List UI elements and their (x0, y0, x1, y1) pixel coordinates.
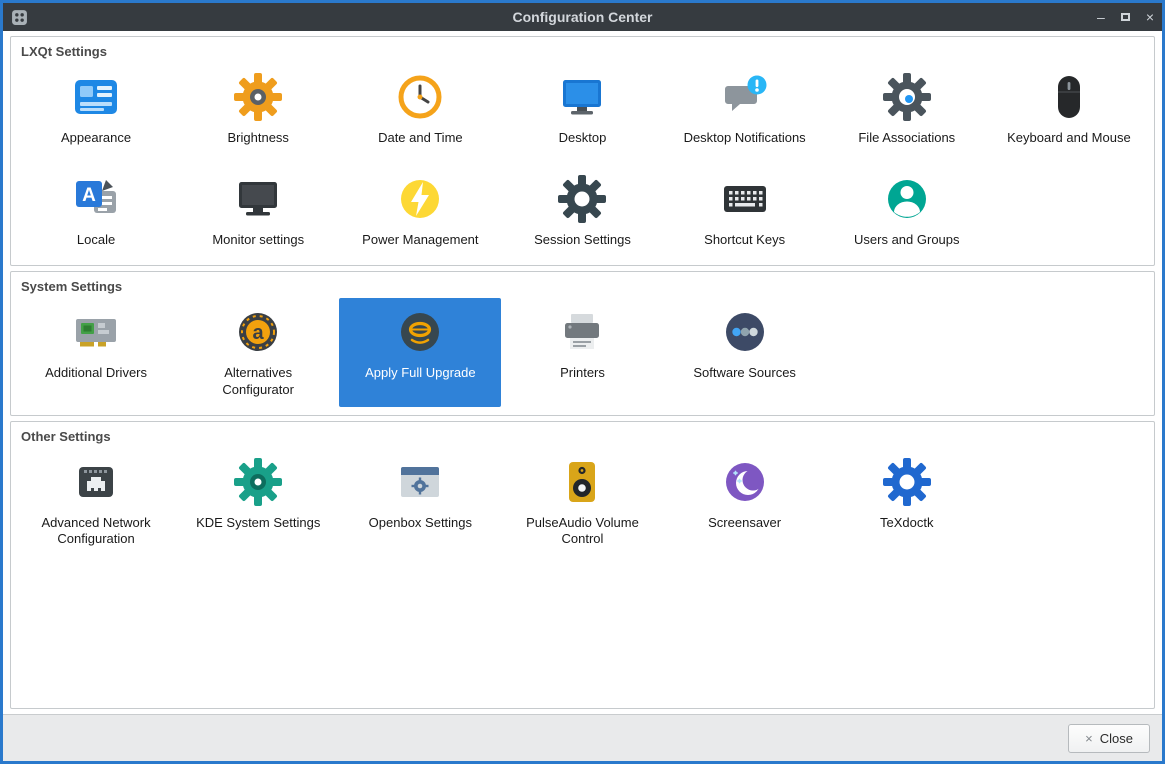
tile-label: Appearance (61, 130, 132, 145)
tile-label: Apply Full Upgrade (365, 364, 476, 380)
tile-texdoctk[interactable]: TeXdoctk (826, 448, 988, 557)
tile-desktop[interactable]: Desktop (501, 63, 663, 155)
tile-screensaver[interactable]: Screensaver (664, 448, 826, 557)
tile-label: Openbox Settings (368, 514, 473, 530)
tile-label: Keyboard and Mouse (1007, 130, 1131, 145)
tile-file-associations[interactable]: File Associations (826, 63, 988, 155)
window-title: Configuration Center (512, 9, 653, 25)
tile-pulseaudio-volume-control[interactable]: PulseAudio Volume Control (501, 448, 663, 557)
other-settings-grid: Advanced Network Configuration KDE Syste… (15, 448, 1150, 557)
tile-brightness[interactable]: Brightness (177, 63, 339, 155)
additional-drivers-icon (72, 308, 120, 356)
close-icon: × (1085, 730, 1093, 746)
power-management-icon (396, 175, 444, 223)
section-title-lxqt: LXQt Settings (21, 44, 107, 59)
tile-label: Monitor settings (212, 231, 305, 247)
locale-icon: A (72, 175, 120, 223)
section-lxqt-settings: LXQt Settings Appearance Brightness Date… (10, 36, 1155, 266)
tile-label: TeXdoctk (880, 514, 934, 530)
tile-label: Session Settings (534, 231, 631, 247)
app-icon (11, 9, 28, 26)
close-button[interactable]: × Close (1068, 723, 1150, 753)
content-area: LXQt Settings Appearance Brightness Date… (3, 31, 1162, 714)
maximize-icon (1120, 13, 1130, 21)
screensaver-icon (721, 458, 769, 506)
tile-alternatives-configurator[interactable]: a Alternatives Configurator (177, 298, 339, 407)
tile-label: Software Sources (693, 364, 796, 380)
file-associations-icon (882, 73, 931, 121)
advanced-network-configuration-icon (72, 458, 120, 506)
tile-label: Desktop (558, 130, 607, 145)
tile-label: Locale (76, 231, 116, 247)
system-settings-grid: Additional Drivers a Alternatives Config… (15, 297, 1150, 407)
alternatives-configurator-icon: a (234, 308, 282, 356)
close-window-button[interactable]: × (1146, 10, 1154, 24)
section-title-system: System Settings (21, 278, 123, 294)
software-sources-icon (721, 308, 769, 356)
tile-software-sources[interactable]: Software Sources (664, 298, 826, 407)
texdoctk-icon (882, 457, 931, 506)
tile-label: Users and Groups (854, 231, 960, 247)
tile-openbox-settings[interactable]: Openbox Settings (339, 448, 501, 557)
tile-monitor-settings[interactable]: Monitor settings (177, 165, 339, 257)
desktop-icon (558, 73, 606, 121)
footer-bar: × Close (3, 714, 1162, 761)
date-and-time-icon (396, 73, 444, 121)
tile-apply-full-upgrade[interactable]: Apply Full Upgrade (339, 297, 502, 407)
printers-icon (558, 308, 606, 356)
tile-label: Additional Drivers (45, 364, 147, 380)
tile-locale[interactable]: A Locale (15, 165, 177, 257)
apply-full-upgrade-icon (396, 308, 444, 356)
titlebar[interactable]: Configuration Center – × (3, 3, 1162, 31)
desktop-notifications-icon (721, 73, 769, 121)
keyboard-and-mouse-icon (1045, 73, 1093, 121)
openbox-settings-icon (396, 458, 444, 506)
configuration-center-window: Configuration Center – × LXQt Settings A… (0, 0, 1165, 764)
shortcut-keys-icon (721, 175, 769, 223)
tile-label: Advanced Network Configuration (41, 514, 151, 547)
monitor-settings-icon (234, 175, 282, 223)
section-system-settings: System Settings Additional Drivers a Alt… (10, 270, 1155, 416)
tile-label: Alternatives Configurator (222, 364, 294, 397)
tile-appearance[interactable]: Appearance (15, 63, 177, 155)
tile-label: Power Management (362, 231, 479, 247)
tile-additional-drivers[interactable]: Additional Drivers (15, 298, 177, 407)
tile-date-and-time[interactable]: Date and Time (339, 63, 501, 155)
lxqt-settings-grid: Appearance Brightness Date and Time Desk… (15, 63, 1150, 257)
tile-label: File Associations (858, 130, 956, 145)
tile-users-and-groups[interactable]: Users and Groups (826, 165, 988, 257)
maximize-button[interactable] (1120, 13, 1130, 21)
tile-session-settings[interactable]: Session Settings (501, 165, 663, 257)
svg-text:a: a (253, 322, 265, 344)
tile-label: PulseAudio Volume Control (526, 514, 639, 547)
tile-label: Shortcut Keys (704, 231, 786, 247)
tile-label: KDE System Settings (196, 514, 321, 530)
section-other-settings: Other Settings Advanced Network Configur… (10, 420, 1155, 709)
tile-keyboard-and-mouse[interactable]: Keyboard and Mouse (988, 63, 1150, 155)
appearance-icon (72, 73, 120, 121)
tile-label: Screensaver (708, 514, 782, 530)
svg-text:A: A (82, 185, 96, 206)
tile-label: Date and Time (378, 130, 463, 145)
tile-label: Printers (560, 364, 605, 380)
tile-power-management[interactable]: Power Management (339, 165, 501, 257)
session-settings-icon (558, 174, 607, 223)
users-and-groups-icon (883, 175, 931, 223)
pulseaudio-volume-control-icon (558, 458, 606, 506)
tile-advanced-network-configuration[interactable]: Advanced Network Configuration (15, 448, 177, 557)
tile-printers[interactable]: Printers (501, 298, 663, 407)
section-title-other: Other Settings (21, 428, 111, 444)
tile-shortcut-keys[interactable]: Shortcut Keys (664, 165, 826, 257)
tile-label: Brightness (227, 130, 289, 145)
minimize-button[interactable]: – (1097, 10, 1105, 24)
kde-system-settings-icon (234, 457, 283, 506)
tile-label: Desktop Notifications (683, 130, 806, 145)
tile-desktop-notifications[interactable]: Desktop Notifications (664, 63, 826, 155)
brightness-icon (234, 73, 283, 121)
tile-kde-system-settings[interactable]: KDE System Settings (177, 448, 339, 557)
close-label: Close (1099, 730, 1133, 746)
